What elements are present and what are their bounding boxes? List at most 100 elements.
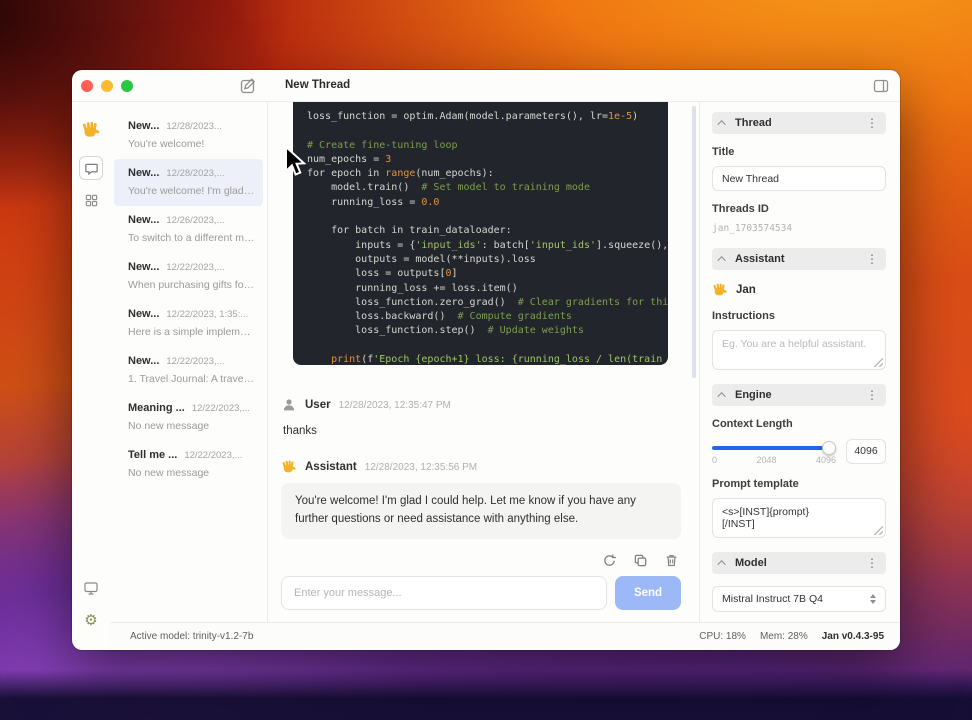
instructions-textarea[interactable]	[722, 338, 876, 362]
kebab-menu-icon[interactable]: ⋮	[866, 253, 878, 265]
minimize-window-button[interactable]	[101, 80, 113, 92]
desktop-wallpaper: New Thread ⚙ New... 12/28/2023... You're…	[0, 0, 972, 720]
assistant-wave-icon	[712, 282, 728, 298]
rail-system-monitor[interactable]	[79, 576, 103, 600]
window-controls	[81, 80, 133, 92]
thread-date: 12/22/2023,...	[166, 262, 225, 273]
titlebar: New Thread	[72, 70, 900, 102]
resize-grip[interactable]	[874, 526, 883, 535]
resize-grip[interactable]	[874, 358, 883, 367]
memory-usage: Mem: 28%	[759, 631, 808, 642]
instructions-field	[712, 330, 886, 370]
code-line: loss_function.zero_grad() # Clear gradie…	[307, 296, 668, 308]
rail-chat-tab[interactable]	[79, 156, 103, 180]
chevron-up-icon	[717, 120, 726, 129]
section-title: Assistant	[735, 253, 785, 265]
assistant-identity: Jan	[712, 282, 886, 298]
threads-id-label: Threads ID	[712, 203, 769, 215]
code-line: for epoch in range(num_epochs):	[307, 168, 494, 180]
user-avatar-icon	[281, 397, 297, 413]
thread-list-item[interactable]: New... 12/22/2023,... When purchasing gift…	[114, 253, 263, 300]
page-title: New Thread	[285, 79, 351, 91]
new-thread-icon[interactable]	[239, 77, 257, 95]
slider-tick-label: 4096	[815, 455, 836, 465]
instructions-label: Instructions	[712, 310, 775, 322]
thread-date: 12/22/2023,...	[191, 403, 250, 414]
thread-preview: You're welcome!	[128, 138, 205, 150]
thread-title: New...	[128, 308, 160, 320]
code-line: outputs = model(**inputs).loss	[307, 253, 536, 265]
thread-preview: Here is a simple implementati...	[128, 326, 255, 338]
thread-date: 12/26/2023,...	[166, 215, 225, 226]
model-section-header[interactable]: Model ⋮	[712, 552, 886, 574]
message-role: User	[305, 399, 331, 411]
message-input[interactable]	[281, 575, 607, 610]
code-line: model.train() # Set model to training mo…	[307, 182, 590, 194]
send-button[interactable]: Send	[615, 575, 681, 610]
prompt-template-textarea[interactable]: <s>[INST]{prompt} [/INST]	[722, 506, 876, 530]
context-length-label: Context Length	[712, 418, 793, 430]
message-timestamp: 12/28/2023, 12:35:47 PM	[338, 399, 451, 411]
engine-section-header[interactable]: Engine ⋮	[712, 384, 886, 406]
kebab-menu-icon[interactable]: ⋮	[866, 557, 878, 569]
code-line: running_loss += loss.item()	[307, 282, 518, 294]
thread-title: Tell me ...	[128, 449, 178, 461]
code-line: loss_function = optim.Adam(model.paramet…	[307, 111, 639, 122]
thread-list-item[interactable]: Tell me ... 12/22/2023,... No new message	[114, 441, 263, 488]
thread-title: New...	[128, 261, 160, 273]
close-window-button[interactable]	[81, 80, 93, 92]
left-rail: ⚙	[72, 102, 110, 650]
message-role: Assistant	[305, 461, 357, 473]
thread-list-item[interactable]: New... 12/22/2023,... 1. Travel Journal: A…	[114, 347, 263, 394]
thread-list-item[interactable]: New... 12/26/2023,... To switch to a diffe…	[114, 206, 263, 253]
model-select[interactable]: Mistral Instruct 7B Q4	[712, 586, 886, 612]
sidebar-toggle-icon[interactable]	[872, 77, 890, 95]
code-line: num_epochs = 3	[307, 153, 392, 165]
code-line: running_loss = 0.0	[307, 196, 440, 208]
code-line: inputs = {'input_ids': batch['input_ids'…	[307, 239, 668, 251]
active-model-status: Active model: trinity-v1.2-7b	[130, 631, 254, 642]
thread-date: 12/22/2023,...	[166, 356, 225, 367]
zoom-window-button[interactable]	[121, 80, 133, 92]
context-length-control: 0 2048 4096 4096	[712, 438, 886, 465]
copy-icon[interactable]	[633, 553, 648, 568]
kebab-menu-icon[interactable]: ⋮	[866, 389, 878, 401]
status-bar: Active model: trinity-v1.2-7b CPU: 18% M…	[110, 622, 900, 650]
rail-hub-tab[interactable]	[79, 188, 103, 212]
section-title: Model	[735, 557, 767, 569]
prompt-template-field: <s>[INST]{prompt} [/INST]	[712, 498, 886, 538]
section-title: Engine	[735, 389, 772, 401]
user-message-header: User 12/28/2023, 12:35:47 PM	[281, 397, 681, 413]
delete-trash-icon[interactable]	[664, 553, 679, 568]
code-line: loss.backward() # Compute gradients	[307, 311, 572, 323]
thread-section-header[interactable]: Thread ⋮	[712, 112, 886, 134]
thread-list-item[interactable]: Meaning ... 12/22/2023,... No new message	[114, 394, 263, 441]
thread-date: 12/28/2023,...	[166, 168, 225, 179]
slider-handle[interactable]	[821, 441, 836, 455]
main-area: New... 12/28/2023... You're welcome! New...…	[110, 102, 900, 650]
thread-title: New...	[128, 214, 160, 226]
rail-settings-gear-icon[interactable]: ⚙	[79, 608, 103, 632]
code-line: for batch in train_dataloader:	[307, 225, 512, 237]
kebab-menu-icon[interactable]: ⋮	[866, 117, 878, 129]
thread-list-item[interactable]: New... 12/22/2023, 1:35:... Here is a simp…	[114, 300, 263, 347]
thread-list-item[interactable]: New... 12/28/2023... You're welcome!	[114, 112, 263, 159]
chevron-up-icon	[717, 392, 726, 401]
assistant-section-header[interactable]: Assistant ⋮	[712, 248, 886, 270]
code-line: # Create fine-tuning loop	[307, 139, 458, 151]
thread-date: 12/28/2023...	[166, 121, 222, 132]
slider-tick-label: 0	[712, 455, 718, 465]
jan-logo-wave-icon	[81, 120, 101, 140]
thread-preview: You're welcome! I'm glad I cou...	[128, 185, 255, 197]
thread-title: Meaning ...	[128, 402, 185, 414]
thread-title: New...	[128, 120, 160, 132]
thread-preview: To switch to a different model,...	[128, 232, 255, 244]
context-length-slider[interactable]: 0 2048 4096	[712, 438, 836, 465]
regenerate-icon[interactable]	[602, 553, 617, 568]
thread-list-item[interactable]: New... 12/28/2023,... You're welcome! I'm …	[114, 159, 263, 206]
assistant-message-header: Assistant 12/28/2023, 12:35:56 PM	[281, 459, 681, 475]
thread-title-input[interactable]	[712, 166, 886, 191]
chat-scrollbar[interactable]	[692, 106, 696, 378]
